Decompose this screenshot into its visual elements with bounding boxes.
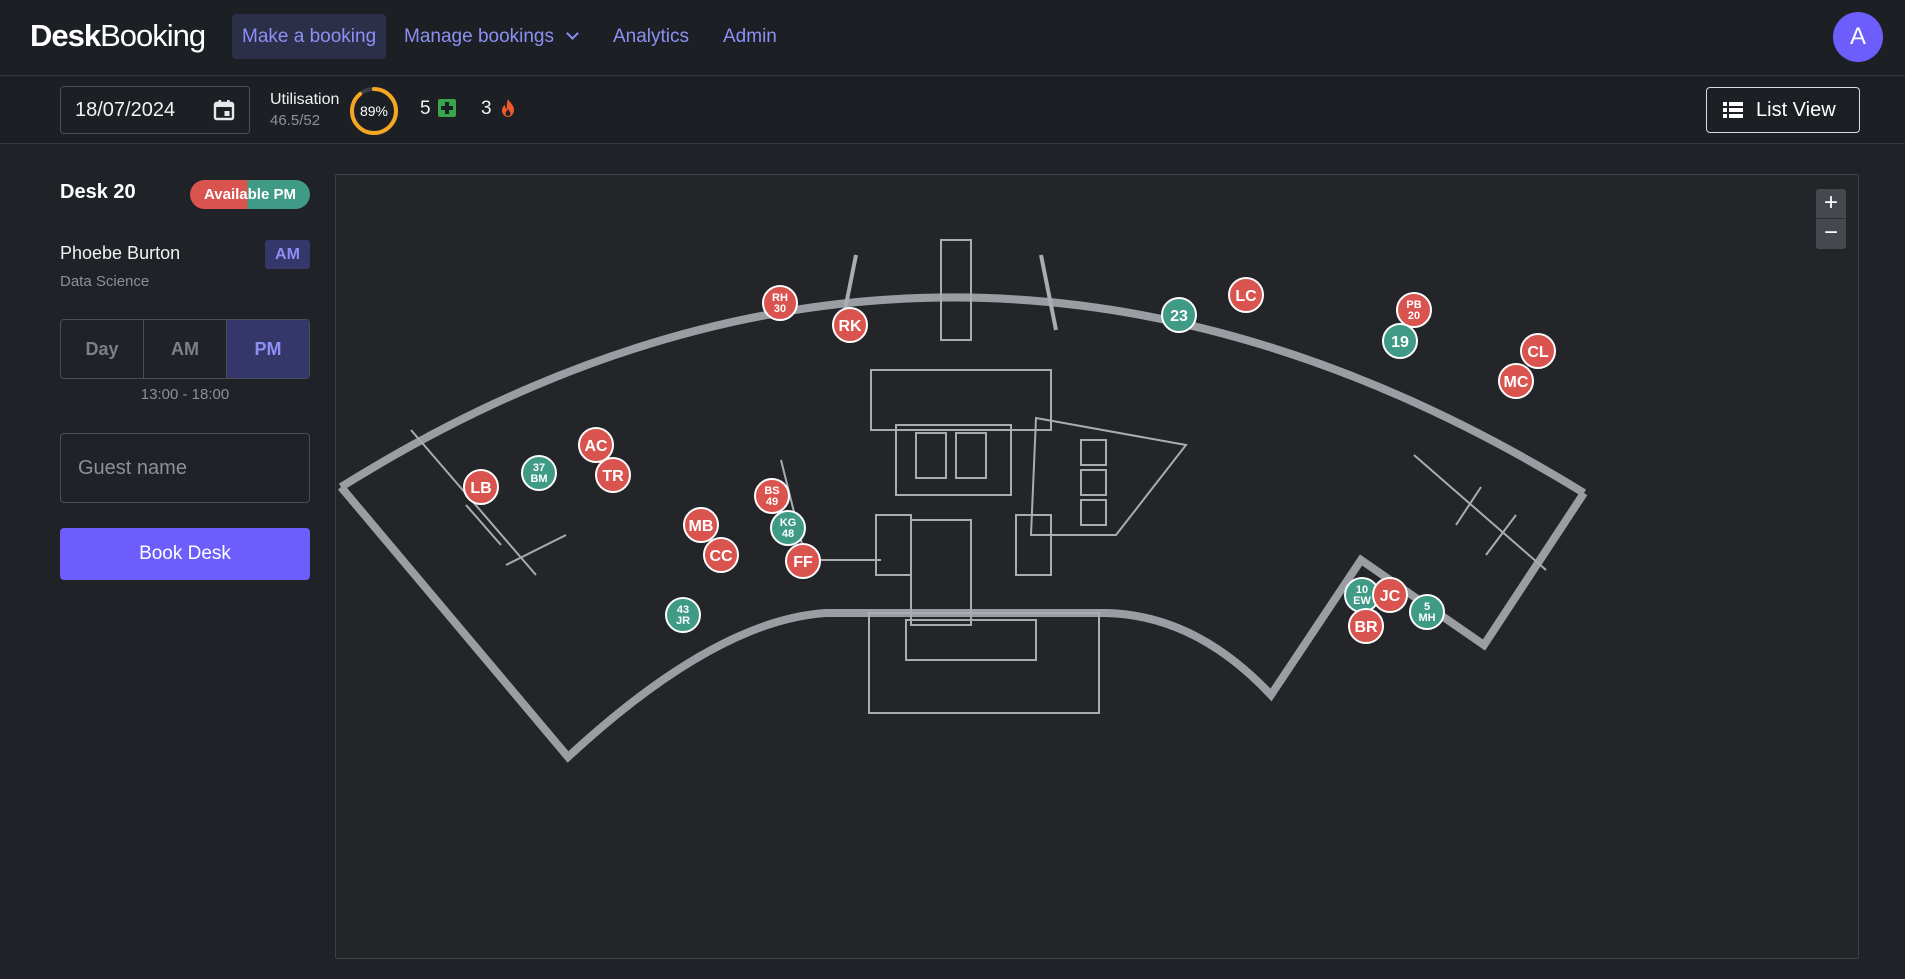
nav-manage-bookings-label: Manage bookings [404,26,554,47]
desk-marker-br[interactable]: BR [1348,608,1384,644]
utilisation-percent: 89% [359,103,389,119]
booker-slot-badge: AM [265,240,310,269]
date-picker[interactable]: 18/07/2024 [60,86,250,134]
nav-analytics[interactable]: Analytics [603,14,699,59]
desk-marker-label: MB [689,518,714,535]
desk-marker-43-jr[interactable]: 43JR [665,597,701,633]
app-logo[interactable]: DeskBooking [30,18,206,54]
book-desk-button[interactable]: Book Desk [60,528,310,580]
desk-marker-label: MH [1418,612,1435,624]
desk-marker-label: 48 [782,528,794,540]
flame-icon [502,99,514,117]
availability-badge: Available PM [190,180,310,209]
nav-admin[interactable]: Admin [713,14,787,59]
zoom-controls: + − [1816,189,1846,249]
desk-marker-label: 19 [1391,334,1409,351]
desk-marker-label: EW [1353,595,1371,607]
time-range: 13:00 - 18:00 [140,386,230,403]
desk-marker-rk[interactable]: RK [832,307,868,343]
desk-marker-jc[interactable]: JC [1372,577,1408,613]
desk-marker-pb-20[interactable]: PB20 [1396,292,1432,328]
first-aid-icon [438,99,456,117]
desk-marker-23[interactable]: 23 [1161,297,1197,333]
desk-marker-label: TR [602,468,624,485]
desk-markers: LB 37BM AC TR RH30 RK 23 LC PB20 19 CL MC MB CC 43JR BS… [463,277,1556,644]
desk-marker-label: 49 [766,496,778,508]
period-selector: Day AM PM [60,319,310,379]
calendar-icon[interactable] [212,98,236,122]
booker-team: Data Science [60,273,150,290]
list-view-label: List View [1756,99,1836,121]
desk-title: Desk 20 [60,181,136,203]
floor-plan-map[interactable]: LB 37 BM AC TR RH 30 RK 23 LC PB 20 19 CL MC MB CC 43 JR BS… [335,174,1859,959]
desk-marker-label: LC [1235,288,1257,305]
desk-marker-label: JR [676,615,690,627]
fire-warden-count: 3 [481,98,492,119]
segment-day[interactable]: Day [61,320,144,378]
list-icon [1723,102,1743,118]
date-value: 18/07/2024 [75,99,176,121]
toolbar: 18/07/2024 Utilisation 46.5/52 89% 5 3 L… [0,77,1905,144]
desk-marker-mc[interactable]: MC [1498,363,1534,399]
zoom-out-button[interactable]: − [1816,219,1846,249]
utilisation-value: 46.5/52 [270,112,321,129]
desk-marker-lb[interactable]: LB [463,469,499,505]
desk-marker-label: 30 [774,303,786,315]
desk-marker-label: 23 [1170,308,1188,325]
desk-marker-label: MC [1504,374,1529,391]
desk-marker-lc[interactable]: LC [1228,277,1264,313]
desk-marker-cc[interactable]: CC [703,537,739,573]
desk-marker-mb[interactable]: MB [683,507,719,543]
desk-marker-ff[interactable]: FF [785,543,821,579]
top-navbar: DeskBooking Make a booking Manage bookin… [0,0,1905,76]
desk-marker-label: BM [530,473,547,485]
desk-marker-label: CL [1527,344,1549,361]
guest-name-input[interactable] [60,433,310,503]
desk-marker-label: RK [838,318,862,335]
desk-marker-ac[interactable]: AC [578,427,614,463]
list-view-button[interactable]: List View [1706,87,1860,133]
segment-am[interactable]: AM [144,320,227,378]
first-aid-count: 5 [420,98,431,119]
desk-marker-bs-49[interactable]: BS49 [754,478,790,514]
desk-marker-label: JC [1380,588,1401,605]
segment-pm[interactable]: PM [227,320,309,378]
desk-marker-label: 20 [1408,310,1420,322]
user-avatar[interactable]: A [1833,12,1883,62]
desk-marker-5-mh[interactable]: 5MH [1409,594,1445,630]
zoom-in-button[interactable]: + [1816,189,1846,219]
desk-marker-19[interactable]: 19 [1382,323,1418,359]
desk-marker-label: CC [709,548,733,565]
booker-name: Phoebe Burton [60,243,181,263]
desk-marker-rh-30[interactable]: RH30 [762,285,798,321]
desk-marker-label: BR [1354,619,1378,636]
desk-marker-cl[interactable]: CL [1520,333,1556,369]
desk-marker-37-bm[interactable]: 37BM [521,455,557,491]
nav-make-booking[interactable]: Make a booking [232,14,387,59]
desk-marker-label: FF [793,554,813,571]
nav-manage-bookings[interactable]: Manage bookings [394,14,587,59]
utilisation-label: Utilisation [270,91,340,108]
desk-marker-label: AC [584,438,608,455]
desk-marker-tr[interactable]: TR [595,457,631,493]
desk-marker-kg-48[interactable]: KG48 [770,510,806,546]
floor-plan-svg: LB 37BM AC TR RH30 RK 23 LC PB20 19 CL MC MB CC 43JR BS… [337,239,1588,763]
desk-marker-label: LB [470,480,491,497]
chevron-down-icon [566,27,579,40]
